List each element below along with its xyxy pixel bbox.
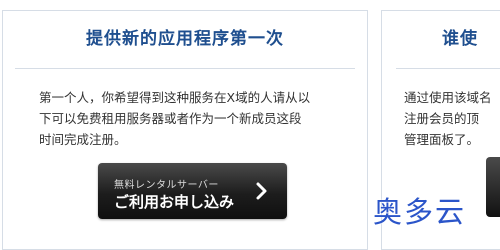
button-label: ご利用お申し込み — [114, 193, 235, 211]
title-divider — [396, 68, 500, 69]
card-description: 通过使用该域名 注册会员的顶 管理面板了。 — [404, 87, 500, 150]
card-title: 提供新的应用程序第一次 — [86, 29, 284, 49]
watermark-logo: 奥多云 — [373, 195, 467, 229]
title-divider — [15, 68, 355, 69]
button-caption: 無料レンタルサーバー — [114, 180, 219, 191]
card-description: 第一个人，你希望得到这种服务在X域的人请从以 下可以免费租用服务器或者作为一个新… — [39, 87, 355, 150]
description-line: 下可以免费租用服务器或者作为一个新成员这段 — [39, 111, 302, 126]
description-line: 管理面板了。 — [404, 132, 480, 147]
free-rental-server-apply-button[interactable]: 無料レンタルサーバー ご利用お申し込み — [98, 163, 287, 219]
description-line: 时间完成注册。 — [39, 132, 127, 147]
card-title: 谁使 — [442, 29, 478, 49]
chevron-right-icon — [256, 182, 267, 200]
description-line: 注册会员的顶 — [404, 111, 480, 126]
description-line: 通过使用该域名 — [404, 90, 492, 105]
description-line: 第一个人，你希望得到这种服务在X域的人请从以 — [39, 90, 311, 105]
partial-button[interactable] — [486, 157, 500, 217]
